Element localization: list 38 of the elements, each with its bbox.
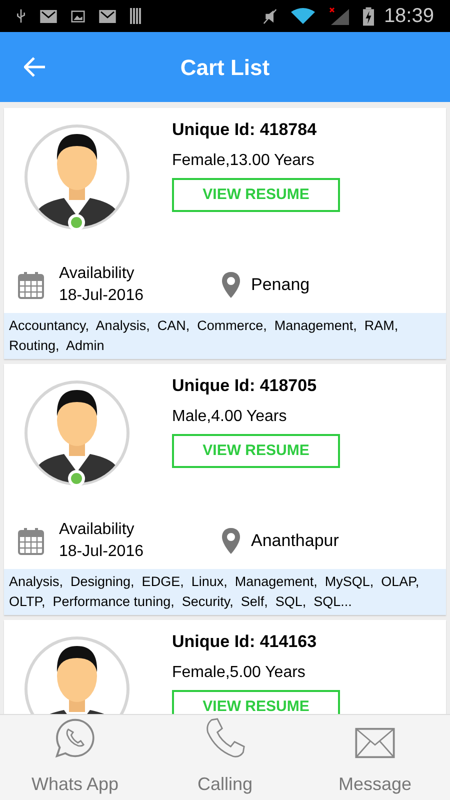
view-resume-button[interactable]: VIEW RESUME bbox=[172, 178, 340, 212]
gender-experience: Male,4.00 Years bbox=[172, 407, 288, 427]
phone-icon bbox=[204, 717, 246, 759]
mute-icon bbox=[262, 8, 277, 24]
barcode-icon bbox=[130, 8, 142, 24]
mail-icon bbox=[40, 10, 57, 22]
clock: 18:39 bbox=[384, 4, 434, 29]
battery-charging-icon bbox=[362, 6, 374, 26]
skills-list: Analysis, Designing, EDGE, Linux, Management, MySQL, OLAP, OLTP, Performance tuning, Security, Self, SQL, SQL... bbox=[9, 572, 441, 612]
location-pin-icon bbox=[221, 271, 241, 299]
calendar-icon bbox=[18, 527, 44, 555]
skills-list: Accountancy, Analysis, CAN, Commerce, Management, RAM, Routing, Admin bbox=[9, 316, 441, 356]
page-title: Cart List bbox=[180, 54, 270, 82]
image-icon bbox=[71, 10, 85, 22]
unique-id: Unique Id: 418784 bbox=[172, 119, 318, 141]
signal-icon bbox=[328, 7, 349, 25]
contact-action[interactable]: Whats App bbox=[0, 715, 150, 800]
back-arrow-icon bbox=[24, 57, 46, 77]
availability-date: 18-Jul-2016 bbox=[59, 286, 144, 306]
location: Penang bbox=[251, 274, 310, 296]
mail-icon bbox=[354, 727, 396, 759]
gender-experience: Female,5.00 Years bbox=[172, 663, 306, 683]
contact-action[interactable]: Message bbox=[300, 715, 450, 800]
chat-phone-icon bbox=[54, 717, 96, 759]
availability-date: 18-Jul-2016 bbox=[59, 542, 144, 562]
contact-action[interactable]: Calling bbox=[150, 715, 300, 800]
unique-id: Unique Id: 414163 bbox=[172, 631, 318, 653]
location: Ananthapur bbox=[251, 530, 339, 552]
location-pin-icon bbox=[221, 527, 241, 555]
calendar-icon bbox=[18, 271, 44, 299]
gender-experience: Female,13.00 Years bbox=[172, 151, 316, 171]
usb-icon bbox=[16, 8, 26, 24]
availability-label: Availability bbox=[59, 264, 136, 284]
unique-id: Unique Id: 418705 bbox=[172, 375, 318, 397]
view-resume-button[interactable]: VIEW RESUME bbox=[172, 434, 340, 468]
mail-icon bbox=[99, 10, 116, 22]
availability-label: Availability bbox=[59, 520, 136, 540]
wifi-icon bbox=[290, 8, 315, 24]
